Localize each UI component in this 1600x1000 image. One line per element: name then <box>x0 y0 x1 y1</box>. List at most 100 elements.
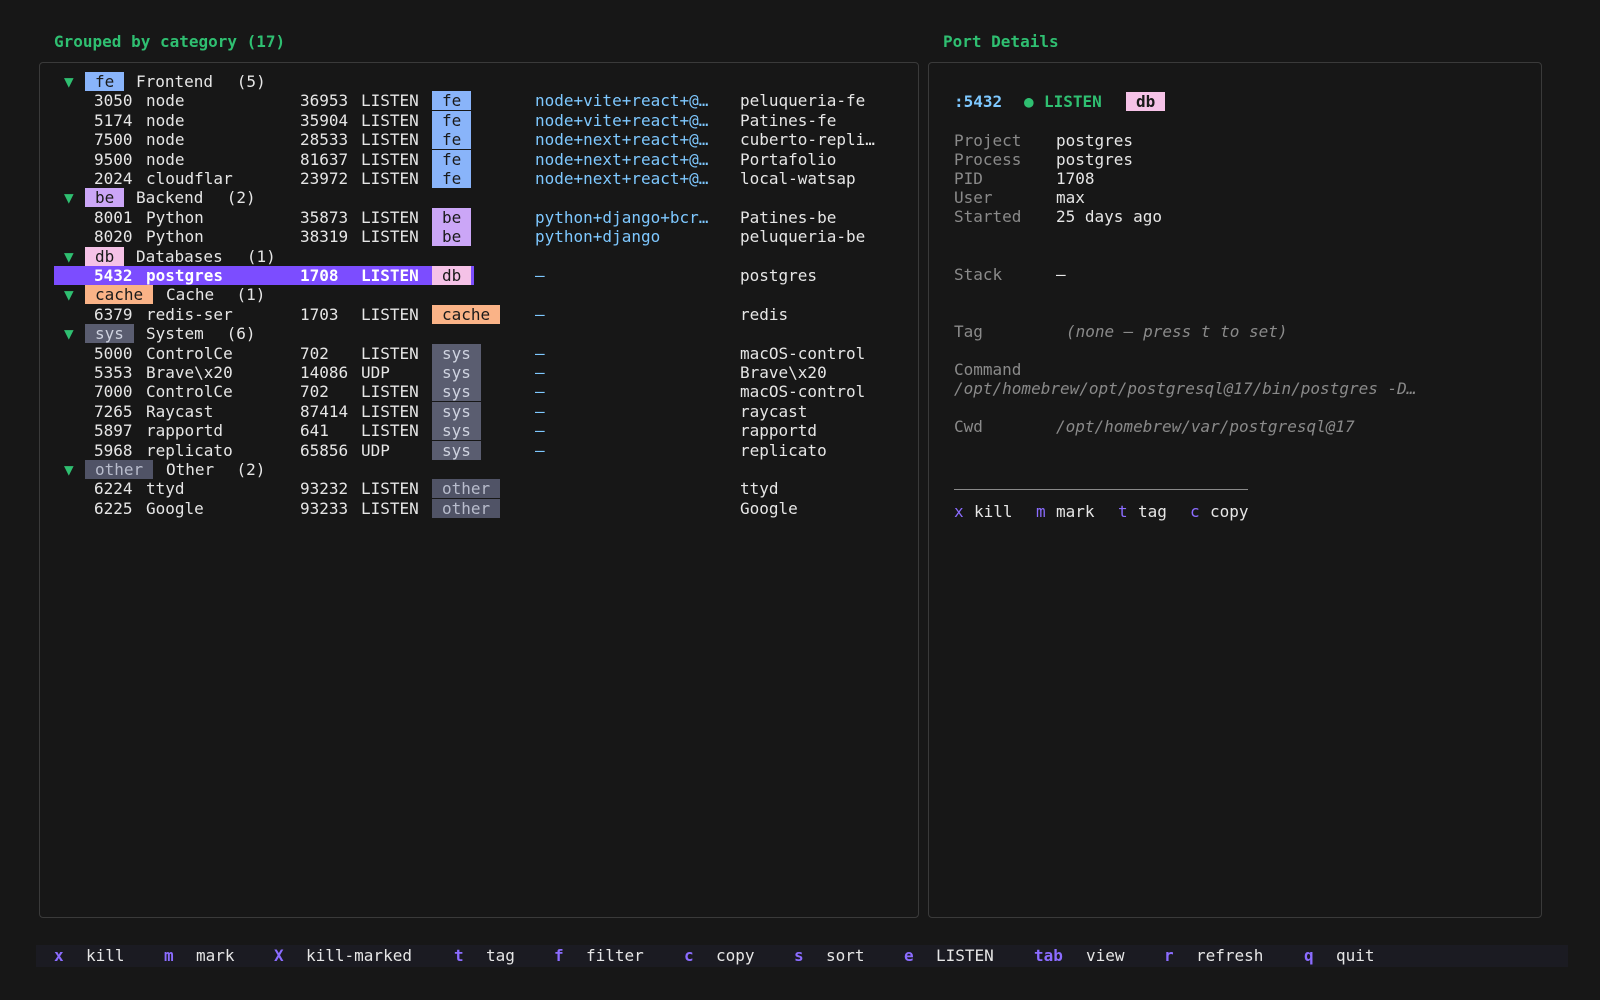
port-number: 7265 <box>94 402 133 421</box>
table-row[interactable]: 6225 Google 93233 LISTEN other Google <box>54 499 914 518</box>
table-row-selected[interactable]: 5432 postgres 1708 LISTEN db — postgres <box>54 266 817 285</box>
state: LISTEN <box>361 169 419 188</box>
footer-key-view[interactable]: tab <box>1034 945 1063 967</box>
table-row[interactable]: 8020 Python 38319 LISTEN be python+django pelu… <box>54 227 914 246</box>
action-mark-label[interactable]: mark <box>1056 502 1095 521</box>
footer-label-kill[interactable]: kill <box>86 945 125 967</box>
action-copy-label[interactable]: copy <box>1210 502 1249 521</box>
details-stack-row: Stack — <box>954 265 1514 284</box>
footer-label-mark[interactable]: mark <box>196 945 235 967</box>
table-row[interactable]: 8001 Python 35873 LISTEN be python+django+bcr… <box>54 208 914 227</box>
tag-badge: sys <box>432 402 481 421</box>
footer-label-refresh[interactable]: refresh <box>1196 945 1263 967</box>
expand-triangle-icon[interactable]: ▼ <box>64 247 74 266</box>
footer-key-LISTEN[interactable]: e <box>904 945 914 967</box>
details-command-label-row: Command <box>954 360 1514 379</box>
table-row[interactable]: 5000 ControlCe 702 LISTEN sys — macOS-control <box>54 344 914 363</box>
project-name: local-watsap <box>740 169 856 188</box>
table-row[interactable]: 5968 replicato 65856 UDP sys — replicato <box>54 441 914 460</box>
group-header-fe[interactable]: ▼ fe Frontend (5) <box>54 72 914 91</box>
details-port: :5432 <box>954 92 1003 111</box>
footer-key-kill[interactable]: x <box>54 945 64 967</box>
port-number: 5174 <box>94 111 133 130</box>
footer-key-filter[interactable]: f <box>554 945 564 967</box>
stack: node+vite+react+@… <box>535 91 709 110</box>
details-process-row: Process postgres <box>954 150 1514 169</box>
group-count: (2) <box>236 460 266 479</box>
group-header-db[interactable]: ▼ db Databases (1) <box>54 247 914 266</box>
process-name: Python <box>146 208 204 227</box>
footer-key-quit[interactable]: q <box>1304 945 1314 967</box>
expand-triangle-icon[interactable]: ▼ <box>64 72 74 91</box>
cwd-label: Cwd <box>954 417 983 436</box>
project-name: Patines-fe <box>740 111 837 130</box>
action-tag-label[interactable]: tag <box>1138 502 1167 521</box>
group-count: (6) <box>226 324 256 343</box>
stack: — <box>535 266 545 285</box>
footer-key-sort[interactable]: s <box>794 945 804 967</box>
footer-key-mark[interactable]: m <box>164 945 174 967</box>
process-name: ControlCe <box>146 344 233 363</box>
group-tag-badge: db <box>85 247 125 266</box>
expand-triangle-icon[interactable]: ▼ <box>64 188 74 207</box>
table-row[interactable]: 5353 Brave\x20 14086 UDP sys — Brave\x20 <box>54 363 914 382</box>
tag-badge: sys <box>432 344 481 363</box>
footer-key-tag[interactable]: t <box>454 945 464 967</box>
state: LISTEN <box>361 479 419 498</box>
group-header-other[interactable]: ▼ other Other (2) <box>54 460 914 479</box>
expand-triangle-icon[interactable]: ▼ <box>64 285 74 304</box>
footer-label-view[interactable]: view <box>1086 945 1125 967</box>
group-header-sys[interactable]: ▼ sys System (6) <box>54 324 914 343</box>
project-name: macOS-control <box>740 382 866 401</box>
stack: node+vite+react+@… <box>535 111 709 130</box>
table-row[interactable]: 3050 node 36953 LISTEN fe node+vite+react+@… p… <box>54 91 914 110</box>
port-number: 2024 <box>94 169 133 188</box>
action-mark-key[interactable]: m <box>1036 502 1046 521</box>
footer-label-filter[interactable]: filter <box>586 945 644 967</box>
pid: 36953 <box>300 91 349 110</box>
table-row[interactable]: 9500 node 81637 LISTEN fe node+next+react+@… P… <box>54 150 914 169</box>
action-copy-key[interactable]: c <box>1190 502 1200 521</box>
footer-label-kill-marked[interactable]: kill-marked <box>306 945 412 967</box>
tag-label: Tag <box>954 322 983 341</box>
footer-label-quit[interactable]: quit <box>1336 945 1375 967</box>
project-name: ttyd <box>740 479 779 498</box>
footer-key-kill-marked[interactable]: X <box>274 945 284 967</box>
table-row[interactable]: 2024 cloudflar 23972 LISTEN fe node+next+reac… <box>54 169 914 188</box>
tag-badge: sys <box>432 441 481 460</box>
pid: 1708 <box>300 266 339 285</box>
footer-label-sort[interactable]: sort <box>826 945 865 967</box>
footer-label-LISTEN[interactable]: LISTEN <box>936 945 994 967</box>
group-header-cache[interactable]: ▼ cache Cache (1) <box>54 285 914 304</box>
process-name: Raycast <box>146 402 214 421</box>
table-row[interactable]: 7265 Raycast 87414 LISTEN sys — raycast <box>54 402 914 421</box>
left-panel-title: Grouped by category (17) <box>54 32 286 51</box>
group-header-be[interactable]: ▼ be Backend (2) <box>54 188 914 207</box>
footer-label-tag[interactable]: tag <box>486 945 515 967</box>
state: UDP <box>361 441 390 460</box>
expand-triangle-icon[interactable]: ▼ <box>64 460 74 479</box>
cwd-value: /opt/homebrew/var/postgresql@17 <box>1056 417 1355 436</box>
table-row[interactable]: 5897 rapportd 641 LISTEN sys — rapportd <box>54 421 914 440</box>
action-kill-key[interactable]: x <box>954 502 964 521</box>
action-kill-label[interactable]: kill <box>974 502 1013 521</box>
table-row[interactable]: 7500 node 28533 LISTEN fe node+next+react+@… c… <box>54 130 914 149</box>
footer-label-copy[interactable]: copy <box>716 945 755 967</box>
footer-key-copy[interactable]: c <box>684 945 694 967</box>
table-row[interactable]: 6224 ttyd 93232 LISTEN other ttyd <box>54 479 914 498</box>
action-tag-key[interactable]: t <box>1118 502 1128 521</box>
group-name: Backend <box>136 188 204 207</box>
group-tag-badge: be <box>85 188 125 207</box>
group-tag-badge: other <box>85 460 154 479</box>
project-name: macOS-control <box>740 344 866 363</box>
table-row[interactable]: 5174 node 35904 LISTEN fe node+vite+react+@… P… <box>54 111 914 130</box>
table-row[interactable]: 7000 ControlCe 702 LISTEN sys — macOS-control <box>54 382 914 401</box>
footer-key-refresh[interactable]: r <box>1164 945 1174 967</box>
state: LISTEN <box>361 499 419 518</box>
expand-triangle-icon[interactable]: ▼ <box>64 324 74 343</box>
port-number: 7500 <box>94 130 133 149</box>
project-name: postgres <box>740 266 818 285</box>
table-row[interactable]: 6379 redis-ser 1703 LISTEN cache — redis <box>54 305 914 324</box>
started-value: 25 days ago <box>1056 207 1162 226</box>
port-number: 5897 <box>94 421 133 440</box>
